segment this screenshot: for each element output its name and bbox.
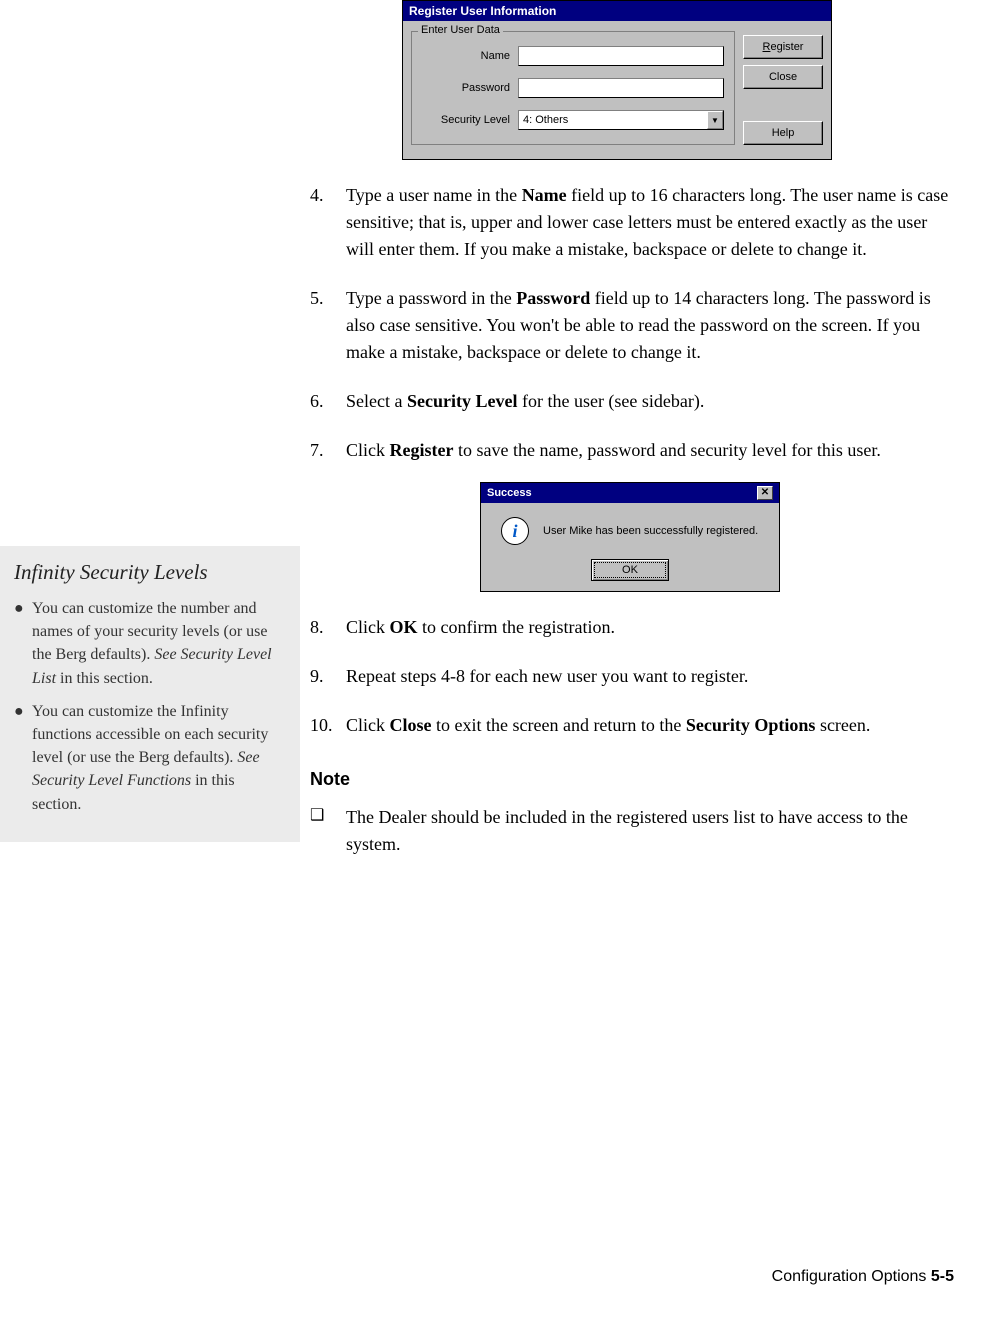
step-10: 10. Click Close to exit the screen and r… — [310, 712, 950, 739]
success-dialog: Success ✕ i User Mike has been successfu… — [480, 482, 780, 592]
enter-user-data-fieldset: Enter User Data Name Password Security L… — [411, 31, 735, 145]
register-button[interactable]: Register — [743, 35, 823, 59]
page-footer: Configuration Options 5-5 — [772, 1268, 954, 1286]
step-6: 6. Select a Security Level for the user … — [310, 388, 950, 415]
note-text: The Dealer should be included in the reg… — [346, 804, 950, 858]
step-text: Type a password in the Password field up… — [346, 285, 950, 366]
info-icon: i — [501, 517, 529, 545]
step-text: Click OK to confirm the registration. — [346, 614, 950, 641]
close-icon[interactable]: ✕ — [757, 486, 773, 500]
password-row: Password — [422, 78, 724, 98]
step-9: 9. Repeat steps 4-8 for each new user yo… — [310, 663, 950, 690]
fieldset-legend: Enter User Data — [418, 24, 503, 36]
help-button[interactable]: Help — [743, 121, 823, 145]
step-text: Select a Security Level for the user (se… — [346, 388, 950, 415]
sidebar-item: ● You can customize the Infinity functio… — [14, 700, 286, 816]
name-row: Name — [422, 46, 724, 66]
step-text: Click Register to save the name, passwor… — [346, 437, 950, 464]
step-4: 4. Type a user name in the Name field up… — [310, 182, 950, 263]
step-text: Click Close to exit the screen and retur… — [346, 712, 950, 739]
dialog-titlebar: Register User Information — [403, 1, 831, 21]
dialog-body: Enter User Data Name Password Security L… — [403, 21, 831, 159]
sidebar: Infinity Security Levels ● You can custo… — [0, 546, 300, 842]
step-number: 8. — [310, 614, 346, 641]
success-message: User Mike has been successfully register… — [543, 525, 758, 537]
sidebar-heading: Infinity Security Levels — [14, 560, 286, 585]
footer-page-number: 5-5 — [931, 1268, 954, 1285]
security-level-select[interactable]: 4: Others ▼ — [518, 110, 724, 130]
footer-section: Configuration Options — [772, 1268, 931, 1285]
step-text: Repeat steps 4-8 for each new user you w… — [346, 663, 950, 690]
step-number: 5. — [310, 285, 346, 366]
sidebar-item: ● You can customize the number and names… — [14, 597, 286, 690]
step-number: 4. — [310, 182, 346, 263]
password-input[interactable] — [518, 78, 724, 98]
success-message-row: i User Mike has been successfully regist… — [491, 517, 769, 545]
step-5: 5. Type a password in the Password field… — [310, 285, 950, 366]
step-number: 10. — [310, 712, 346, 739]
success-body: i User Mike has been successfully regist… — [481, 503, 779, 591]
select-value: 4: Others — [519, 114, 707, 126]
name-label: Name — [422, 50, 518, 62]
success-title: Success — [487, 487, 532, 499]
bullet-icon: ● — [14, 700, 32, 816]
note-heading: Note — [310, 769, 950, 790]
step-8: 8. Click OK to confirm the registration. — [310, 614, 950, 641]
success-titlebar: Success ✕ — [481, 483, 779, 503]
step-number: 9. — [310, 663, 346, 690]
step-number: 6. — [310, 388, 346, 415]
ok-button[interactable]: OK — [591, 559, 669, 581]
note-bullet-icon: ❑ — [310, 804, 346, 858]
register-user-dialog: Register User Information Enter User Dat… — [402, 0, 832, 160]
note-item: ❑ The Dealer should be included in the r… — [310, 804, 950, 858]
name-input[interactable] — [518, 46, 724, 66]
chevron-down-icon[interactable]: ▼ — [707, 111, 723, 129]
security-row: Security Level 4: Others ▼ — [422, 110, 724, 130]
sidebar-text: You can customize the number and names o… — [32, 597, 286, 690]
step-7: 7. Click Register to save the name, pass… — [310, 437, 950, 464]
close-button[interactable]: Close — [743, 65, 823, 89]
dialog-button-column: Register Close Help — [743, 31, 823, 145]
security-label: Security Level — [422, 114, 518, 126]
bullet-icon: ● — [14, 597, 32, 690]
step-number: 7. — [310, 437, 346, 464]
step-text: Type a user name in the Name field up to… — [346, 182, 950, 263]
main-content: Register User Information Enter User Dat… — [310, 0, 950, 858]
sidebar-text: You can customize the Infinity functions… — [32, 700, 286, 816]
password-label: Password — [422, 82, 518, 94]
